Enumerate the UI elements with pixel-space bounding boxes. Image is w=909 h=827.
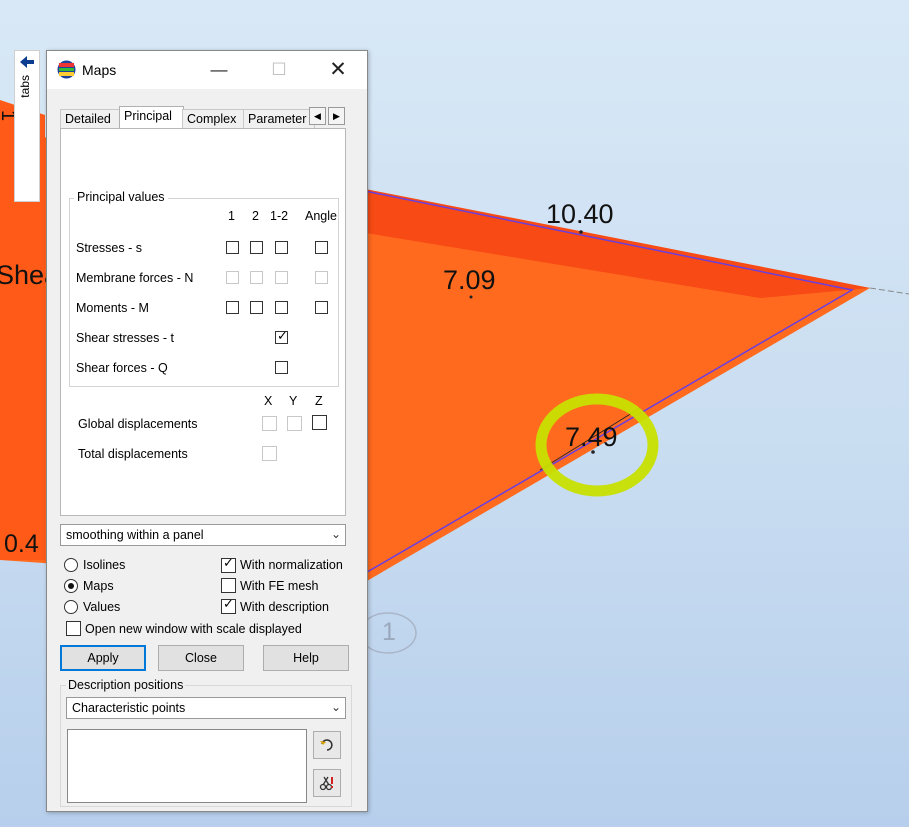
cut-delete-button[interactable] [313,769,341,797]
close-button[interactable]: Close [158,645,244,671]
with-normalization-label[interactable]: With normalization [240,558,343,572]
isolines-radio[interactable] [64,558,78,572]
column-header: 2 [252,209,259,223]
value-label: 7.49 [565,422,618,452]
checkmark-icon: ✓ [223,555,234,570]
help-button[interactable]: Help [263,645,349,671]
open-new-window-label[interactable]: Open new window with scale displayed [85,622,302,636]
checkmark-icon: ✓ [277,328,288,343]
value-label: 10.40 [546,199,614,229]
principal-values-group [69,198,339,387]
maps-label[interactable]: Maps [83,579,114,593]
checkmark-icon: ✓ [223,596,234,611]
moments-angle-checkbox[interactable] [315,301,328,314]
row-label-stresses: Stresses - s [76,241,142,255]
total-displacements-label: Total displacements [78,447,188,461]
tab-parameters[interactable]: Parameter [243,109,315,129]
values-radio[interactable] [64,600,78,614]
membrane-1-checkbox [226,271,239,284]
maps-radio[interactable] [64,579,78,593]
stresses-2-checkbox[interactable] [250,241,263,254]
column-header: Y [289,394,298,408]
column-header: 1 [228,209,235,223]
maps-app-icon [57,60,76,79]
tab-principal[interactable]: Principal [119,106,184,129]
total-displacements-checkbox [262,446,277,461]
smoothing-select[interactable]: smoothing within a panel ⌄ [60,524,346,546]
maps-dialog: Maps — ☐ ✕ Detailed Principal Complex Pa… [46,50,368,812]
global-x-checkbox [262,416,277,431]
shear-stresses-checkbox[interactable]: ✓ [275,328,288,344]
global-displacements-label: Global displacements [78,417,198,431]
group-legend: Description positions [66,678,186,692]
value-label: 0.4 [4,530,39,558]
chevron-down-icon: ⌄ [330,527,341,541]
description-position-value: Characteristic points [72,701,186,715]
tab-label: Principal [124,109,172,123]
node-number: 1 [382,618,396,646]
membrane-1-2-checkbox [275,271,288,284]
global-y-checkbox [287,416,302,431]
axis-dash [869,287,909,295]
membrane-2-checkbox [250,271,263,284]
column-header: Angle [305,209,337,223]
tab-complex[interactable]: Complex [182,109,246,129]
with-fe-mesh-label[interactable]: With FE mesh [240,579,319,593]
group-legend: Principal values [74,190,168,204]
undo-icon [320,739,333,751]
isolines-label[interactable]: Isolines [83,558,125,572]
column-header: Z [315,394,323,408]
undo-button[interactable] [313,731,341,759]
chevron-down-icon: ⌄ [330,700,341,714]
tab-scroll-right-button[interactable]: ▶ [328,107,345,125]
with-description-checkbox[interactable]: ✓ [221,596,236,614]
stresses-1-2-checkbox[interactable] [275,241,288,254]
moments-1-2-checkbox[interactable] [275,301,288,314]
tab-label: Complex [187,112,237,126]
with-description-label[interactable]: With description [240,600,329,614]
moments-1-checkbox[interactable] [226,301,239,314]
tab-label: Parameter [248,112,307,126]
close-window-button[interactable]: ✕ [323,57,353,83]
with-normalization-checkbox[interactable]: ✓ [221,555,236,573]
maximize-button: ☐ [271,60,287,79]
title-bar[interactable]: Maps — ☐ ✕ [47,51,367,89]
moments-2-checkbox[interactable] [250,301,263,314]
membrane-angle-checkbox [315,271,328,284]
shear-forces-checkbox[interactable] [275,361,288,374]
smoothing-value: smoothing within a panel [66,528,204,542]
global-z-checkbox[interactable] [312,415,327,430]
values-label[interactable]: Values [83,600,120,614]
with-fe-mesh-checkbox[interactable] [221,578,236,593]
column-header: X [264,394,273,408]
point-marker [579,230,583,234]
description-list[interactable] [67,729,307,803]
principal-tab-panel: Principal values 1 2 1-2 Angle Stresses … [60,128,346,516]
row-label-shear-forces: Shear forces - Q [76,361,168,375]
open-new-window-checkbox[interactable] [66,621,81,636]
description-position-select[interactable]: Characteristic points ⌄ [66,697,346,719]
apply-button[interactable]: Apply [60,645,146,671]
column-header: 1-2 [270,209,289,223]
stresses-1-checkbox[interactable] [226,241,239,254]
scissors-icon [319,776,333,791]
row-label-moments: Moments - M [76,301,149,315]
value-label: 7.09 [443,265,496,295]
side-tabs-strip[interactable]: tabs [14,50,40,202]
tab-label: Detailed [65,112,111,126]
arrow-left-icon[interactable] [19,55,35,71]
side-tab-label[interactable]: tabs [18,75,32,98]
minimize-button[interactable]: — [204,57,234,83]
stresses-angle-checkbox[interactable] [315,241,328,254]
radio-selected-dot [68,583,74,589]
tab-scroll-left-button[interactable]: ◀ [309,107,326,125]
dialog-title: Maps [82,62,117,78]
tab-detailed[interactable]: Detailed [60,109,124,129]
row-label-shear-stresses: Shear stresses - t [76,331,174,345]
row-label-membrane-forces: Membrane forces - N [76,271,194,285]
